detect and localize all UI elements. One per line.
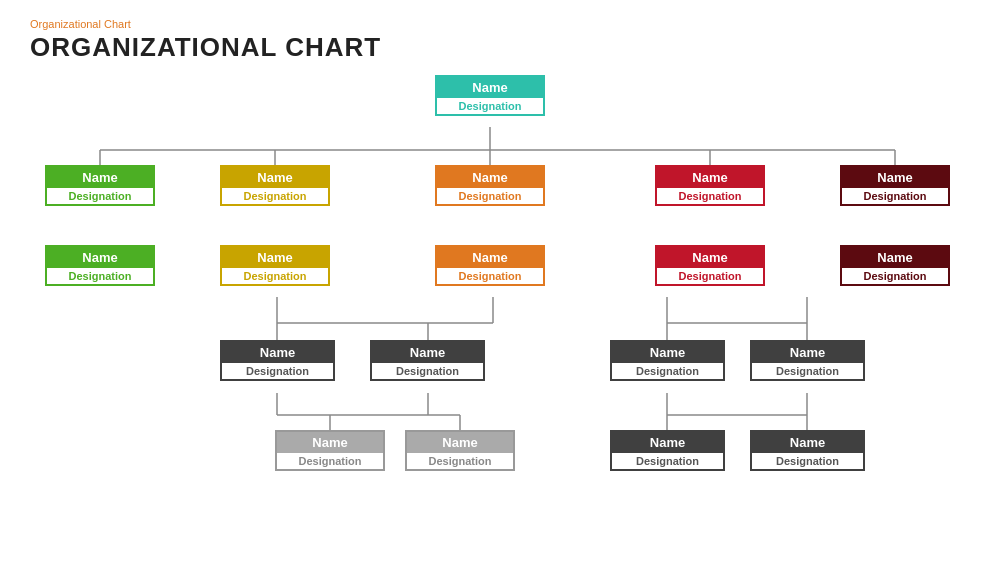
node-l1-2: Name Designation — [220, 165, 330, 206]
page-title: ORGANIZATIONAL CHART — [30, 32, 970, 63]
node-l4-4: Name Designation — [750, 430, 865, 471]
node-l2-5-name: Name — [842, 247, 948, 268]
node-l4-4-name: Name — [752, 432, 863, 453]
node-l3-1-desig: Designation — [222, 363, 333, 379]
org-chart: Name Designation Name Designation Name D… — [30, 75, 970, 515]
node-l4-3-desig: Designation — [612, 453, 723, 469]
node-l2-1-name: Name — [47, 247, 153, 268]
node-l2-4: Name Designation — [655, 245, 765, 286]
node-l2-5-desig: Designation — [842, 268, 948, 284]
node-l3-2-name: Name — [372, 342, 483, 363]
node-l4-1: Name Designation — [275, 430, 385, 471]
node-l3-1: Name Designation — [220, 340, 335, 381]
node-l4-2-desig: Designation — [407, 453, 513, 469]
node-l2-3: Name Designation — [435, 245, 545, 286]
node-l4-1-desig: Designation — [277, 453, 383, 469]
node-l1-3: Name Designation — [435, 165, 545, 206]
node-l3-4: Name Designation — [750, 340, 865, 381]
node-l4-4-desig: Designation — [752, 453, 863, 469]
node-l3-3-desig: Designation — [612, 363, 723, 379]
node-l4-2-name: Name — [407, 432, 513, 453]
node-l1-5: Name Designation — [840, 165, 950, 206]
node-l1-4-desig: Designation — [657, 188, 763, 204]
node-l3-2: Name Designation — [370, 340, 485, 381]
node-l2-3-name: Name — [437, 247, 543, 268]
node-root-name: Name — [437, 77, 543, 98]
node-l1-3-desig: Designation — [437, 188, 543, 204]
node-l1-3-name: Name — [437, 167, 543, 188]
node-l4-1-name: Name — [277, 432, 383, 453]
node-l3-3-name: Name — [612, 342, 723, 363]
node-l1-2-name: Name — [222, 167, 328, 188]
page-subtitle: Organizational Chart — [30, 18, 970, 30]
node-l2-4-name: Name — [657, 247, 763, 268]
node-l1-2-desig: Designation — [222, 188, 328, 204]
node-l3-4-name: Name — [752, 342, 863, 363]
node-l3-1-name: Name — [222, 342, 333, 363]
node-l3-4-desig: Designation — [752, 363, 863, 379]
node-l4-2: Name Designation — [405, 430, 515, 471]
node-l2-5: Name Designation — [840, 245, 950, 286]
node-l2-3-desig: Designation — [437, 268, 543, 284]
node-l1-1: Name Designation — [45, 165, 155, 206]
node-l1-1-desig: Designation — [47, 188, 153, 204]
node-l3-2-desig: Designation — [372, 363, 483, 379]
node-l4-3: Name Designation — [610, 430, 725, 471]
node-l2-1-desig: Designation — [47, 268, 153, 284]
node-root: Name Designation — [435, 75, 545, 116]
node-l2-4-desig: Designation — [657, 268, 763, 284]
node-l2-2-desig: Designation — [222, 268, 328, 284]
node-l1-4: Name Designation — [655, 165, 765, 206]
node-l4-3-name: Name — [612, 432, 723, 453]
node-l2-1: Name Designation — [45, 245, 155, 286]
node-root-desig: Designation — [437, 98, 543, 114]
page: Organizational Chart ORGANIZATIONAL CHAR… — [0, 0, 1000, 563]
node-l2-2-name: Name — [222, 247, 328, 268]
node-l1-5-name: Name — [842, 167, 948, 188]
node-l1-1-name: Name — [47, 167, 153, 188]
node-l1-5-desig: Designation — [842, 188, 948, 204]
node-l1-4-name: Name — [657, 167, 763, 188]
node-l2-2: Name Designation — [220, 245, 330, 286]
node-l3-3: Name Designation — [610, 340, 725, 381]
